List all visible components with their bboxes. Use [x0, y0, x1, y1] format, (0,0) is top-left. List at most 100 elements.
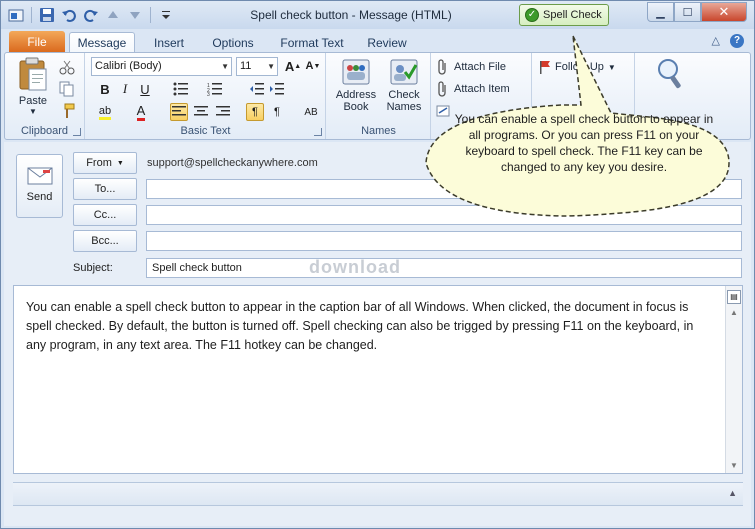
- check-names-label-1: Check: [388, 89, 420, 101]
- address-book-label-1: Address: [335, 89, 377, 101]
- magnifier-icon: [658, 59, 681, 89]
- attach-item-button[interactable]: Attach Item: [436, 79, 510, 99]
- outlook-app-icon[interactable]: [7, 6, 25, 24]
- font-color-icon[interactable]: A: [132, 103, 150, 121]
- help-icon[interactable]: ?: [730, 34, 744, 48]
- numbering-icon[interactable]: 123: [206, 80, 224, 98]
- subject-field[interactable]: Spell check button: [146, 258, 742, 278]
- message-body-editor[interactable]: You can enable a spell check button to a…: [13, 285, 743, 474]
- next-item-icon[interactable]: [126, 6, 144, 24]
- ltr-icon[interactable]: ¶: [246, 103, 264, 121]
- signature-button[interactable]: [436, 101, 450, 121]
- follow-up-button[interactable]: Follow Up ▼: [539, 57, 616, 77]
- attach-item-label: Attach Item: [454, 83, 510, 95]
- maximize-icon: ☐: [682, 6, 693, 19]
- align-right-icon[interactable]: [214, 103, 232, 121]
- zoom-button[interactable]: [650, 57, 690, 93]
- address-book-label-2: Book: [343, 101, 369, 113]
- expand-icon[interactable]: ▤: [727, 290, 741, 304]
- check-names-icon: [390, 59, 418, 85]
- previous-item-icon[interactable]: [104, 6, 122, 24]
- redo-icon[interactable]: [82, 6, 100, 24]
- tab-insert[interactable]: Insert: [141, 32, 197, 53]
- customize-qat-icon[interactable]: [157, 6, 175, 24]
- paperclip-icon: [438, 59, 446, 75]
- align-left-icon[interactable]: [170, 103, 188, 121]
- tab-message[interactable]: Message: [69, 32, 135, 53]
- dialog-launcher-icon[interactable]: [314, 128, 322, 136]
- send-label: Send: [26, 191, 53, 203]
- scroll-down-icon[interactable]: ▼: [730, 461, 738, 470]
- cc-field[interactable]: [146, 205, 742, 225]
- message-body-text: You can enable a spell check button to a…: [26, 300, 694, 352]
- dialog-launcher-icon[interactable]: [73, 128, 81, 136]
- from-button[interactable]: From ▼: [73, 152, 137, 174]
- font-family-value: Calibri (Body): [95, 60, 162, 72]
- check-names-button[interactable]: Check Names: [381, 57, 427, 113]
- grow-font-icon[interactable]: A ▲: [284, 57, 302, 75]
- subject-label: Subject:: [73, 262, 113, 274]
- undo-icon[interactable]: [60, 6, 78, 24]
- highlight-icon[interactable]: ab: [96, 103, 114, 121]
- align-center-icon[interactable]: [192, 103, 210, 121]
- close-button[interactable]: ✕: [701, 2, 747, 22]
- bcc-button[interactable]: Bcc...: [73, 230, 137, 252]
- decrease-indent-icon[interactable]: [248, 80, 266, 98]
- address-book-icon: [342, 59, 370, 85]
- outlook-message-window: Spell check button - Message (HTML) ✓ Sp…: [0, 0, 755, 529]
- format-painter-button[interactable]: [59, 101, 75, 121]
- italic-icon[interactable]: I: [116, 80, 134, 98]
- save-icon[interactable]: [38, 6, 56, 24]
- copy-icon: [59, 81, 74, 97]
- bullets-icon[interactable]: [172, 80, 190, 98]
- styles-icon[interactable]: AB: [302, 103, 320, 121]
- check-names-label-2: Names: [386, 101, 422, 113]
- chevron-down-icon: ▼: [221, 62, 229, 71]
- chevron-down-icon: ▼: [29, 107, 37, 116]
- shrink-font-icon[interactable]: A ▼: [304, 57, 322, 75]
- from-label: From: [86, 157, 112, 169]
- minimize-ribbon-icon[interactable]: △: [712, 34, 720, 48]
- chevron-down-icon: ▼: [607, 62, 616, 72]
- bcc-field[interactable]: [146, 231, 742, 251]
- tab-file[interactable]: File: [9, 31, 65, 53]
- title-bar: Spell check button - Message (HTML) ✓ Sp…: [1, 1, 754, 29]
- paste-button[interactable]: Paste ▼: [13, 57, 53, 116]
- copy-button[interactable]: [59, 79, 75, 99]
- basic-text-group: Calibri (Body) ▼ 11 ▼ A▲ A▼ B I U 123: [86, 53, 326, 139]
- tab-review[interactable]: Review: [359, 32, 415, 53]
- send-envelope-icon: [27, 167, 52, 185]
- maximize-button[interactable]: ☐: [674, 2, 701, 22]
- people-pane-bar: ▲: [13, 482, 743, 506]
- brush-icon: [64, 103, 75, 118]
- send-button[interactable]: Send: [16, 154, 63, 218]
- chevron-up-icon[interactable]: ▲: [728, 488, 737, 498]
- paste-icon: [19, 57, 47, 91]
- paste-label: Paste: [18, 95, 48, 107]
- chevron-down-icon: ▼: [267, 62, 275, 71]
- spell-check-label: Spell Check: [543, 9, 602, 21]
- cc-button[interactable]: Cc...: [73, 204, 137, 226]
- spell-check-caption-button[interactable]: ✓ Spell Check: [519, 4, 609, 26]
- tab-options[interactable]: Options: [201, 32, 265, 53]
- attach-file-button[interactable]: Attach File: [436, 57, 506, 77]
- svg-text:3: 3: [207, 92, 210, 96]
- to-button[interactable]: To...: [73, 178, 137, 200]
- vertical-scrollbar[interactable]: ▤ ▲ ▼: [725, 286, 742, 473]
- rtl-icon[interactable]: ¶: [268, 103, 286, 121]
- font-size-value: 11: [240, 60, 252, 72]
- font-family-combo[interactable]: Calibri (Body) ▼: [91, 57, 232, 76]
- bold-icon[interactable]: B: [96, 80, 114, 98]
- clipboard-group: Paste ▼ Clipboard: [5, 53, 85, 139]
- scroll-up-icon[interactable]: ▲: [730, 308, 738, 317]
- font-size-combo[interactable]: 11 ▼: [236, 57, 278, 76]
- minimize-button[interactable]: ▁: [647, 2, 674, 22]
- qat-separator: [150, 7, 151, 23]
- increase-indent-icon[interactable]: [268, 80, 286, 98]
- cut-button[interactable]: [59, 57, 75, 77]
- address-book-button[interactable]: Address Book: [333, 57, 379, 113]
- to-field[interactable]: [146, 179, 742, 199]
- ribbon-tabs: File Message Insert Options Format Text …: [1, 29, 754, 53]
- tab-format-text[interactable]: Format Text: [271, 32, 353, 53]
- underline-icon[interactable]: U: [136, 80, 154, 98]
